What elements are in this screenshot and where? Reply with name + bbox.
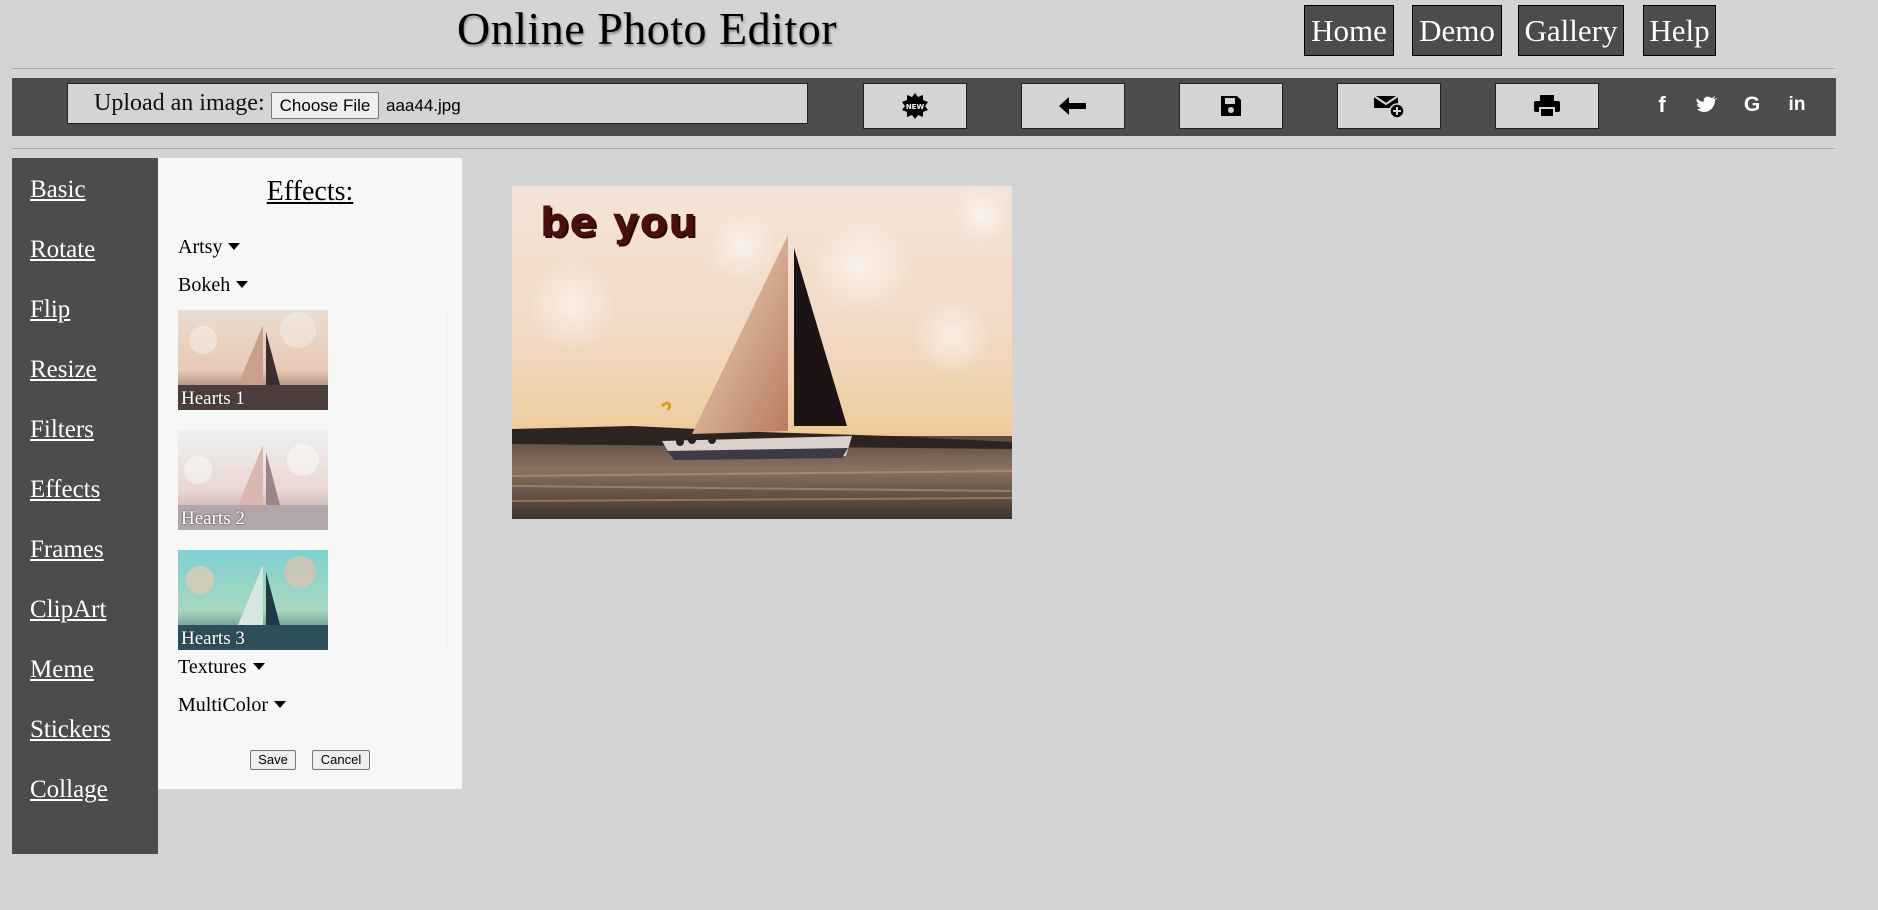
choose-file-button[interactable]: Choose File [271,92,379,119]
sidebar-item-collage[interactable]: Collage [30,776,108,804]
sidebar-item-basic[interactable]: Basic [30,176,86,204]
email-icon [1373,95,1405,119]
category-multicolor[interactable]: MultiColor [178,694,287,717]
caret-down-icon [236,280,249,288]
caret-down-icon [274,700,287,708]
caret-down-icon [228,242,241,250]
effect-thumbnail-hearts-1[interactable]: Hearts 1 [178,310,328,410]
category-label: Artsy [178,236,223,258]
category-label: Bokeh [178,274,231,296]
save-image-button[interactable] [1179,83,1283,129]
linkedin-icon[interactable]: in [1784,92,1810,118]
sidebar-item-effects[interactable]: Effects [30,476,100,504]
sidebar-item-rotate[interactable]: Rotate [30,236,95,264]
cancel-button[interactable]: Cancel [312,750,370,770]
effect-thumbnail-hearts-2[interactable]: Hearts 2 [178,430,328,530]
sidebar-item-clipart[interactable]: ClipArt [30,596,106,624]
save-button[interactable]: Save [250,750,296,770]
overlay-text[interactable]: be you [540,200,698,246]
back-arrow-icon [1059,97,1086,115]
new-image-button[interactable]: NEW [863,83,967,129]
edited-image[interactable]: be you [512,186,1012,519]
facebook-icon[interactable]: f [1649,92,1675,118]
sidebar-item-meme[interactable]: Meme [30,656,94,684]
nav-demo-button[interactable]: Demo [1412,5,1502,56]
undo-button[interactable] [1021,83,1125,129]
print-icon [1534,95,1560,118]
selected-file-name: aaa44.jpg [386,96,461,115]
upload-label: Upload an image: [94,90,265,116]
svg-text:NEW: NEW [906,103,925,111]
top-divider [12,68,1835,69]
category-label: MultiColor [178,694,269,716]
category-label: Textures [178,656,247,678]
toolbar: Upload an image: Choose File aaa44.jpg N… [12,78,1836,136]
new-badge-icon: NEW [902,93,928,119]
category-artsy[interactable]: Artsy [178,236,241,259]
toolbar-divider [12,148,1835,149]
google-icon[interactable]: G [1739,92,1765,118]
print-button[interactable] [1495,83,1599,129]
sidebar-item-stickers[interactable]: Stickers [30,716,111,744]
effects-thumbnail-list: Hearts 1 Hearts 2 Hearts 3 [178,310,448,650]
category-textures[interactable]: Textures [178,656,265,679]
upload-box: Upload an image: Choose File aaa44.jpg [67,83,808,124]
nav-help-button[interactable]: Help [1643,5,1716,56]
nav-home-button[interactable]: Home [1304,5,1394,56]
thumbnail-label: Hearts 1 [181,388,245,409]
caret-down-icon [252,662,265,670]
sidebar-item-resize[interactable]: Resize [30,356,97,384]
sidebar-item-flip[interactable]: Flip [30,296,70,324]
effects-panel: Effects: Artsy Bokeh Hearts 1 Hearts 2 H… [158,158,462,789]
thumbnail-label: Hearts 3 [181,628,245,649]
sidebar: Basic Rotate Flip Resize Filters Effects… [12,158,158,854]
email-button[interactable] [1337,83,1441,129]
category-bokeh[interactable]: Bokeh [178,274,249,297]
effects-title: Effects: [266,176,354,207]
sidebar-item-frames[interactable]: Frames [30,536,104,564]
save-icon [1221,96,1241,116]
sidebar-item-filters[interactable]: Filters [30,416,94,444]
thumbnail-scrollbar[interactable] [446,310,448,650]
twitter-icon[interactable] [1694,92,1720,118]
effect-thumbnail-hearts-3[interactable]: Hearts 3 [178,550,328,650]
site-title: Online Photo Editor [457,3,838,54]
thumbnail-label: Hearts 2 [181,508,245,529]
nav-gallery-button[interactable]: Gallery [1518,5,1624,56]
